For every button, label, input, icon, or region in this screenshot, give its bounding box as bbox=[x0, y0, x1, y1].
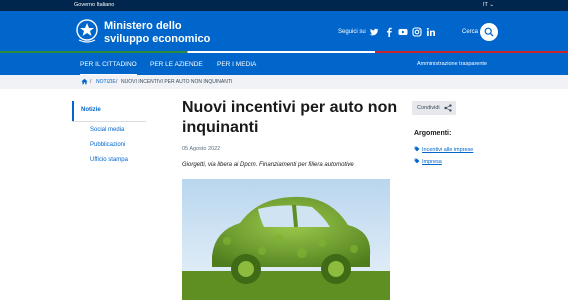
nav-item-media[interactable]: PER I MEDIA bbox=[217, 61, 256, 68]
sidebar-active-indicator bbox=[72, 101, 74, 121]
search-icon bbox=[484, 27, 494, 37]
follow-label: Seguici su bbox=[338, 29, 366, 35]
green-car-illustration bbox=[182, 179, 390, 300]
main-nav: PER IL CITTADINO PER LE AZIENDE PER I ME… bbox=[0, 53, 568, 75]
breadcrumb-notizie[interactable]: NOTIZIE bbox=[96, 79, 116, 85]
sidebar-item-ufficio-stampa[interactable]: Ufficio stampa bbox=[90, 157, 128, 163]
arguments-heading: Argomenti: bbox=[414, 130, 452, 137]
instagram-icon[interactable] bbox=[412, 27, 422, 37]
twitter-icon[interactable] bbox=[369, 27, 379, 37]
search-label[interactable]: Cerca bbox=[462, 29, 478, 35]
site-title[interactable]: Ministero dello sviluppo economico bbox=[104, 20, 210, 46]
nav-item-amministrazione[interactable]: Amministrazione trasparente bbox=[417, 61, 487, 67]
article-hero-image bbox=[182, 179, 390, 300]
sidebar-item-pubblicazioni[interactable]: Pubblicazioni bbox=[90, 142, 125, 148]
share-label: Condividi bbox=[417, 105, 440, 111]
tag-icon bbox=[414, 158, 420, 164]
breadcrumb: / NOTIZIE / NUOVI INCENTIVI PER AUTO NON… bbox=[0, 75, 568, 89]
language-select[interactable]: IT ⌄ bbox=[483, 2, 494, 8]
tag-label: Impresa bbox=[422, 159, 442, 165]
search-button[interactable] bbox=[480, 23, 498, 41]
article-date: 05 Agosto 2022 bbox=[182, 146, 221, 152]
header: Ministero dello sviluppo economico Segui… bbox=[0, 11, 568, 53]
linkedin-icon[interactable] bbox=[426, 27, 436, 37]
breadcrumb-separator: / bbox=[116, 79, 118, 85]
tag-impresa[interactable]: Impresa bbox=[414, 158, 442, 165]
home-icon[interactable] bbox=[81, 78, 88, 85]
nav-item-cittadino[interactable]: PER IL CITTADINO bbox=[80, 61, 137, 75]
site-title-line2: sviluppo economico bbox=[104, 33, 211, 45]
site-title-line1: Ministero dello bbox=[104, 20, 182, 32]
sidebar-item-social-media[interactable]: Social media bbox=[90, 127, 124, 133]
tag-icon bbox=[414, 146, 420, 152]
breadcrumb-current: NUOVI INCENTIVI PER AUTO NON INQUINANTI bbox=[121, 79, 233, 85]
share-icon bbox=[444, 104, 452, 112]
article-title: Nuovi incentivi per auto non inquinanti bbox=[182, 99, 398, 136]
article-subtitle: Giorgetti, via libera ai Dpcm. Finanziam… bbox=[182, 162, 354, 168]
youtube-icon[interactable] bbox=[398, 27, 408, 37]
sidebar-item-notizie[interactable]: Notizie bbox=[81, 107, 101, 113]
nav-item-aziende[interactable]: PER LE AZIENDE bbox=[150, 61, 203, 68]
breadcrumb-separator: / bbox=[90, 79, 92, 85]
republic-emblem-icon bbox=[76, 19, 98, 43]
tag-incentivi-imprese[interactable]: Incentivi alle imprese bbox=[414, 146, 473, 153]
tag-label: Incentivi alle imprese bbox=[422, 147, 474, 153]
government-link[interactable]: Governo Italiano bbox=[74, 2, 114, 8]
top-bar: Governo Italiano IT ⌄ bbox=[0, 0, 568, 11]
facebook-icon[interactable] bbox=[384, 27, 394, 37]
share-button[interactable]: Condividi bbox=[412, 101, 456, 115]
sidebar-divider bbox=[72, 121, 146, 122]
